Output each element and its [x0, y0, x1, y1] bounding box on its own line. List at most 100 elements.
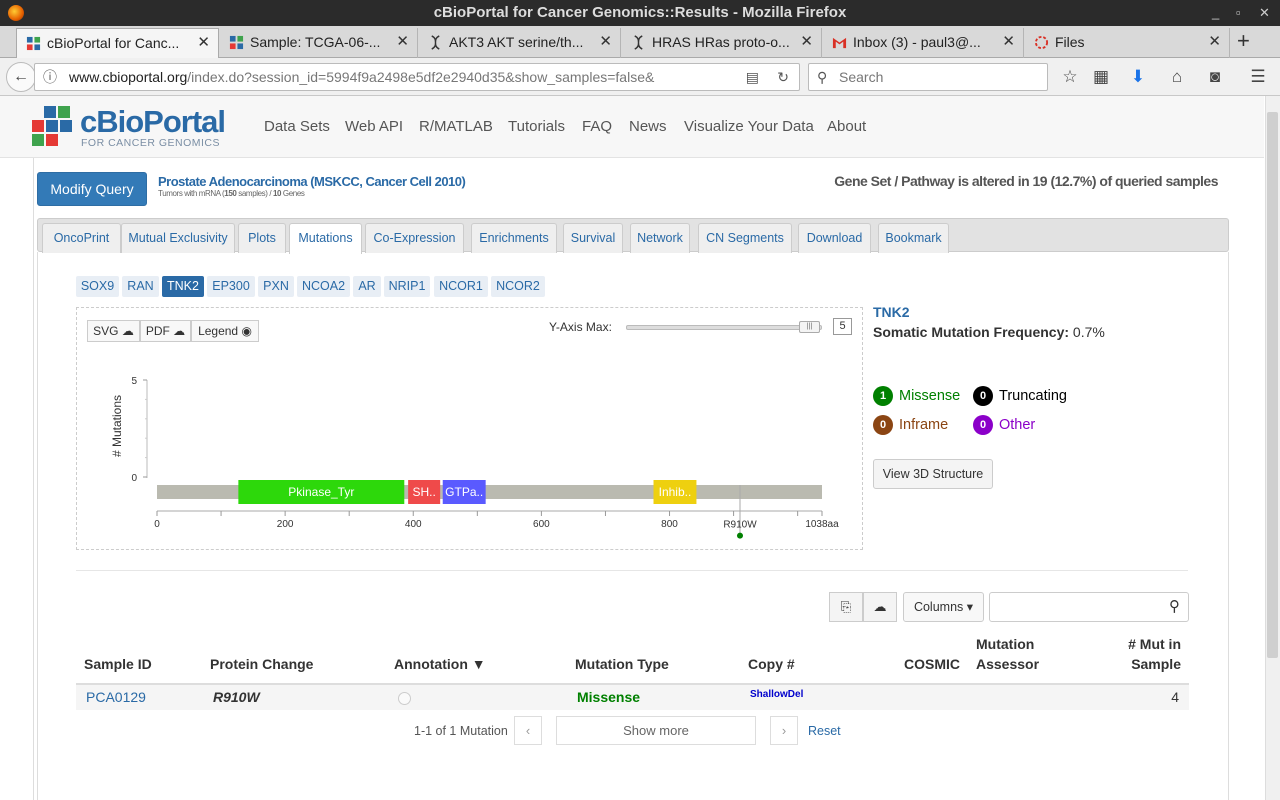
- legend-truncating[interactable]: 0 Truncating: [973, 386, 1067, 406]
- close-tab-icon[interactable]: ✕: [1208, 28, 1221, 56]
- th-cosmic[interactable]: COSMIC: [904, 654, 960, 674]
- reload-icon[interactable]: ↻: [773, 64, 789, 90]
- next-page-icon[interactable]: ›: [770, 716, 798, 745]
- browser-tab-hras[interactable]: HRAS HRas proto-o... ✕: [622, 28, 822, 58]
- th-annotation[interactable]: Annotation ▼: [394, 654, 486, 674]
- cell-sample-id[interactable]: PCA0129: [86, 689, 146, 705]
- logo-title[interactable]: cBioPortal: [80, 104, 226, 140]
- close-window-icon[interactable]: ✕: [1259, 0, 1270, 26]
- tab-cn-segments[interactable]: CN Segments: [698, 223, 792, 253]
- divider: [76, 570, 1188, 571]
- altered-summary: Gene Set / Pathway is altered in 19 (12.…: [834, 173, 1218, 189]
- cloud-download-icon[interactable]: ☁: [863, 592, 897, 622]
- nav-news[interactable]: News: [629, 118, 667, 135]
- legend-missense[interactable]: 1 Missense: [873, 386, 960, 406]
- gene-pill-ep300[interactable]: EP300: [207, 276, 255, 297]
- tab-mutations[interactable]: Mutations: [289, 223, 362, 254]
- bookmark-star-icon[interactable]: ☆: [1059, 66, 1081, 88]
- gene-pill-ncor2[interactable]: NCOR2: [491, 276, 545, 297]
- gene-pill-ran[interactable]: RAN: [122, 276, 159, 297]
- study-title[interactable]: Prostate Adenocarcinoma (MSKCC, Cancer C…: [158, 174, 466, 189]
- search-field[interactable]: ⚲ Search: [808, 63, 1048, 91]
- info-icon[interactable]: ⓘ: [43, 64, 57, 90]
- count-badge: 0: [873, 415, 893, 435]
- view-3d-structure-button[interactable]: View 3D Structure: [873, 459, 993, 489]
- gene-pill-nrip1[interactable]: NRIP1: [384, 276, 430, 297]
- nav-data-sets[interactable]: Data Sets: [264, 118, 330, 135]
- download-icon[interactable]: ⬇: [1127, 66, 1149, 88]
- gene-pill-ncoa2[interactable]: NCOA2: [297, 276, 350, 297]
- nav-about[interactable]: About: [827, 118, 866, 135]
- nav-tutorials[interactable]: Tutorials: [508, 118, 565, 135]
- nav-visualize[interactable]: Visualize Your Data: [684, 118, 814, 135]
- gene-pill-ncor1[interactable]: NCOR1: [434, 276, 488, 297]
- tab-label: AKT3 AKT serine/th...: [449, 34, 584, 50]
- gene-pill-tnk2[interactable]: TNK2: [162, 276, 204, 297]
- maximize-icon[interactable]: ▫: [1236, 0, 1241, 26]
- th-mutation-assessor[interactable]: Mutation Assessor: [976, 634, 1039, 674]
- gene-pill-sox9[interactable]: SOX9: [76, 276, 119, 297]
- close-tab-icon[interactable]: ✕: [800, 28, 813, 56]
- tab-oncoprint[interactable]: OncoPrint: [42, 223, 121, 253]
- close-tab-icon[interactable]: ✕: [1002, 28, 1015, 56]
- site-header: cBioPortal FOR CANCER GENOMICS Data Sets…: [0, 96, 1264, 158]
- menu-icon[interactable]: ☰: [1247, 66, 1269, 88]
- browser-tab-files[interactable]: Files ✕: [1025, 28, 1230, 58]
- prev-page-icon[interactable]: ‹: [514, 716, 542, 745]
- home-icon[interactable]: ⌂: [1166, 66, 1188, 88]
- reading-list-icon[interactable]: ▦: [1090, 66, 1112, 88]
- pocket-icon[interactable]: ◙: [1204, 66, 1226, 88]
- domain-label: Inhib..: [659, 485, 692, 499]
- gene-pill-pxn[interactable]: PXN: [258, 276, 294, 297]
- x-tick-label: 600: [533, 519, 550, 530]
- copy-icon[interactable]: ⎘: [829, 592, 863, 622]
- th-protein-change[interactable]: Protein Change: [210, 654, 313, 674]
- th-mutation-type[interactable]: Mutation Type: [575, 654, 669, 674]
- lollipop-head: [736, 532, 743, 539]
- legend-other[interactable]: 0 Other: [973, 415, 1035, 435]
- modify-query-button[interactable]: Modify Query: [37, 172, 147, 206]
- tab-download[interactable]: Download: [798, 223, 871, 253]
- legend-inframe[interactable]: 0 Inframe: [873, 415, 948, 435]
- th-sample-id[interactable]: Sample ID: [84, 654, 152, 674]
- close-tab-icon[interactable]: ✕: [599, 28, 612, 56]
- cbioportal-logo-icon[interactable]: [32, 106, 76, 150]
- annotation-empty-icon: [398, 692, 411, 705]
- cbioportal-favicon: [229, 35, 244, 50]
- tab-network[interactable]: Network: [630, 223, 690, 253]
- nav-r-matlab[interactable]: R/MATLAB: [419, 118, 493, 135]
- count-badge: 0: [973, 415, 993, 435]
- browser-tab-akt3[interactable]: AKT3 AKT serine/th... ✕: [419, 28, 621, 58]
- url-bar[interactable]: ⓘ www.cbioportal.org/index.do?session_id…: [34, 63, 800, 91]
- tab-bookmark[interactable]: Bookmark: [878, 223, 949, 253]
- th-copy[interactable]: Copy #: [748, 654, 795, 674]
- domain-label: GTPa..: [445, 485, 483, 499]
- tab-survival[interactable]: Survival: [563, 223, 623, 253]
- summary-gene[interactable]: TNK2: [873, 304, 910, 320]
- gene-pill-ar[interactable]: AR: [353, 276, 381, 297]
- lollipop-svg: # Mutations 5 0 Pkinase_Tyr SH.. GTPa.. Inhib…: [110, 376, 839, 539]
- th-mut-in-sample[interactable]: # Mut in Sample: [1110, 634, 1181, 674]
- reader-view-icon[interactable]: ▤: [741, 64, 759, 90]
- browser-tab-inbox[interactable]: Inbox (3) - paul3@... ✕: [823, 28, 1024, 58]
- tab-plots[interactable]: Plots: [238, 223, 286, 253]
- nav-web-api[interactable]: Web API: [345, 118, 403, 135]
- domain-label: SH..: [412, 485, 435, 499]
- show-more-button[interactable]: Show more: [556, 716, 756, 745]
- browser-tab-cbioportal[interactable]: cBioPortal for Canc... ✕: [16, 28, 219, 59]
- close-tab-icon[interactable]: ✕: [396, 28, 409, 56]
- tab-enrichments[interactable]: Enrichments: [471, 223, 557, 253]
- scrollbar-thumb[interactable]: [1267, 112, 1278, 658]
- minimize-icon[interactable]: _: [1212, 0, 1219, 26]
- nav-faq[interactable]: FAQ: [582, 118, 612, 135]
- tab-co-expression[interactable]: Co-Expression: [365, 223, 464, 253]
- table-search-input[interactable]: ⚲: [989, 592, 1189, 622]
- browser-tab-sample[interactable]: Sample: TCGA-06-... ✕: [220, 28, 418, 58]
- columns-dropdown[interactable]: Columns ▾: [903, 592, 984, 622]
- tab-mutual-exclusivity[interactable]: Mutual Exclusivity: [121, 223, 235, 253]
- new-tab-icon[interactable]: +: [1237, 28, 1250, 54]
- close-tab-icon[interactable]: ✕: [197, 29, 210, 57]
- x-tick-label: 800: [661, 519, 678, 530]
- reset-link[interactable]: Reset: [808, 724, 841, 738]
- back-icon[interactable]: ←: [6, 62, 36, 92]
